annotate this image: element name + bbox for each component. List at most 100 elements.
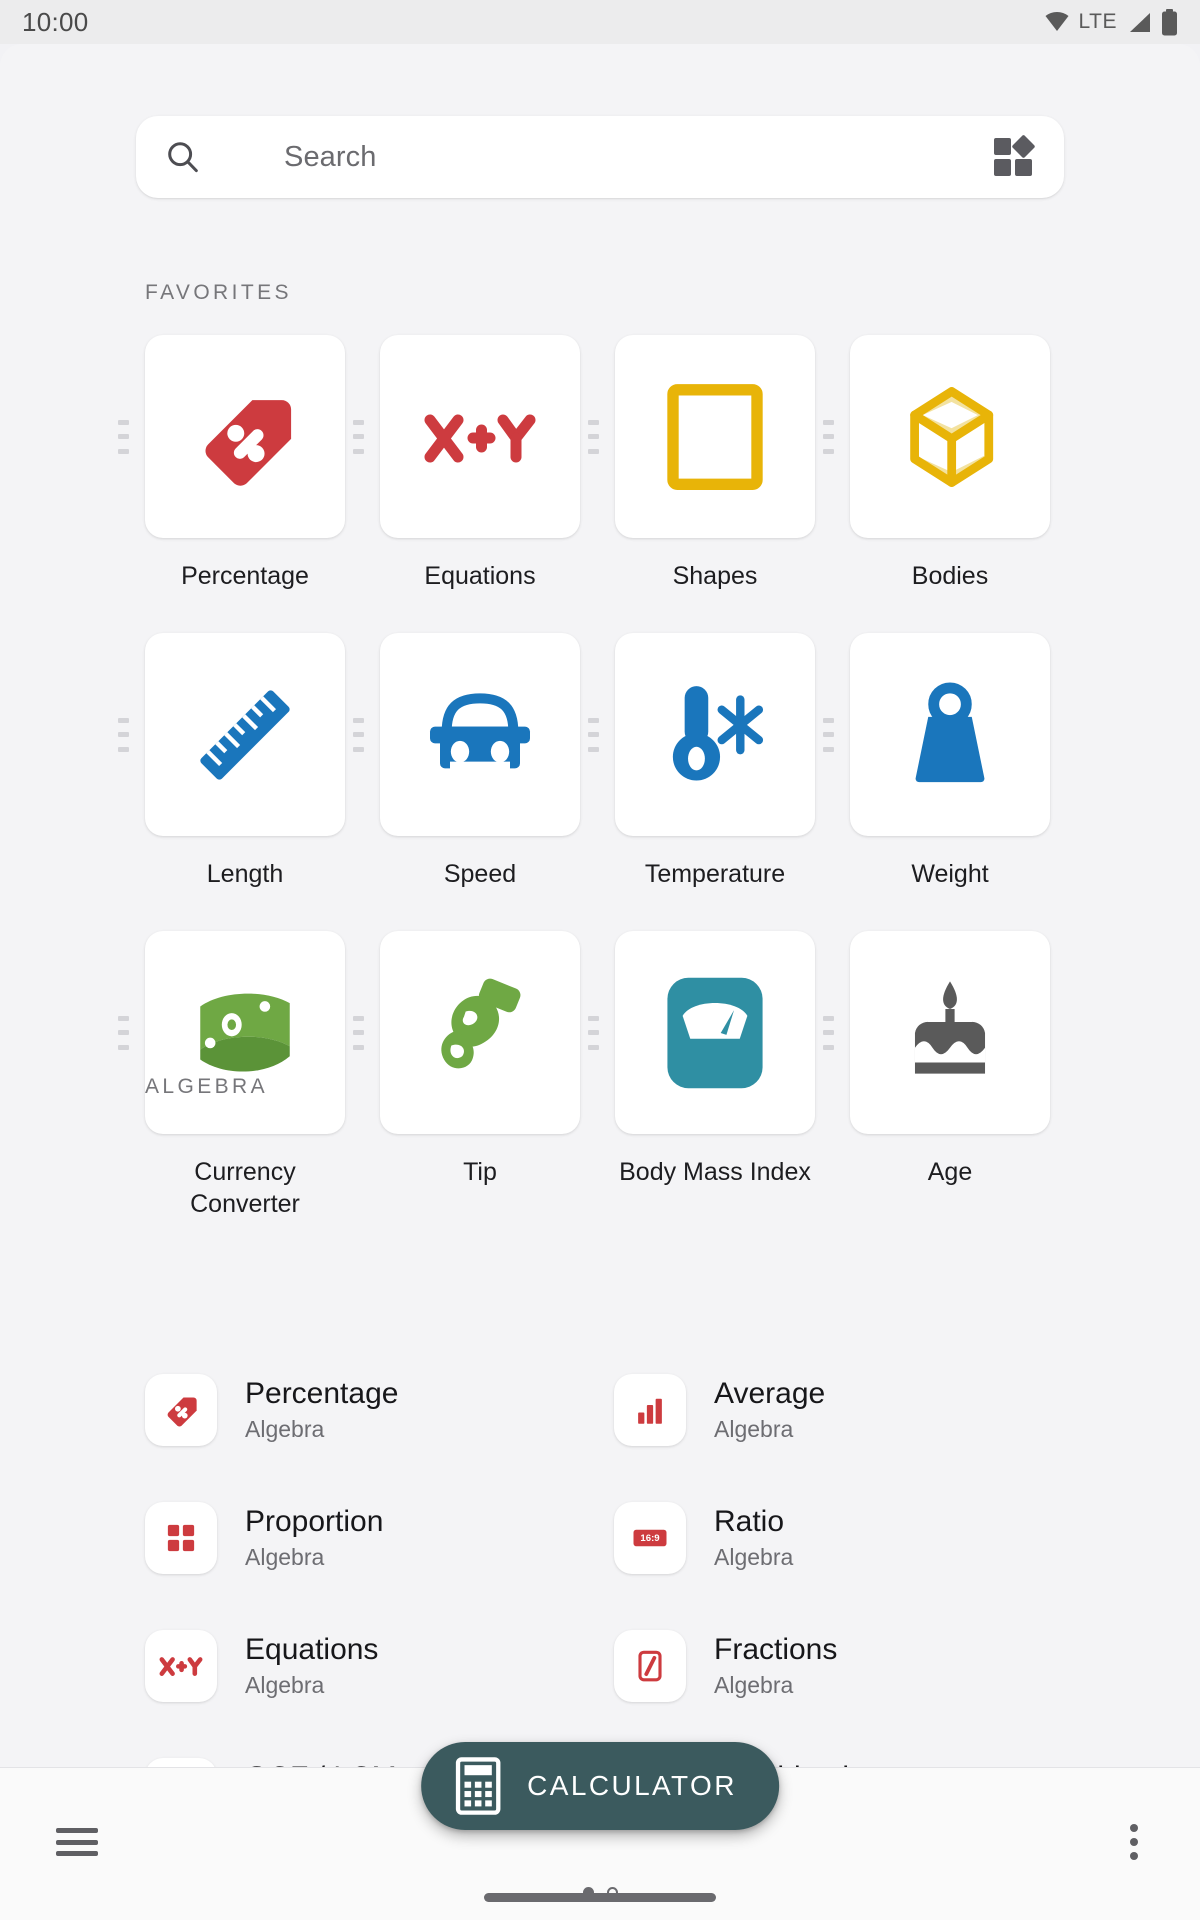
thermometer-snowflake-icon bbox=[672, 685, 764, 781]
favorite-tile-percentage[interactable]: Percentage bbox=[118, 335, 345, 592]
tile-surface[interactable] bbox=[588, 931, 815, 1134]
tile-surface[interactable] bbox=[823, 633, 1050, 836]
favorites-row: Percentage Equations Shapes Bodies bbox=[118, 335, 1065, 633]
birthday-cake-icon bbox=[914, 980, 986, 1074]
list-item-percentage[interactable]: Percentage Algebra bbox=[145, 1360, 625, 1460]
list-item-icon bbox=[614, 1374, 686, 1446]
favorite-tile-temperature[interactable]: Temperature bbox=[588, 633, 815, 890]
search-input[interactable]: Search bbox=[284, 141, 377, 174]
wifi-icon bbox=[1045, 12, 1069, 31]
car-front-icon bbox=[430, 692, 530, 768]
price-tag-percent-icon bbox=[205, 399, 292, 486]
drag-handle-icon[interactable] bbox=[823, 717, 834, 752]
drag-handle-icon[interactable] bbox=[353, 1015, 364, 1050]
list-item-text: Equations Algebra bbox=[245, 1633, 378, 1700]
fraction-slash-icon bbox=[638, 1650, 662, 1682]
list-item-text: Fractions Algebra bbox=[714, 1633, 837, 1700]
tile-surface[interactable] bbox=[353, 335, 580, 538]
list-item-text: Percentage Algebra bbox=[245, 1377, 398, 1444]
bar-chart-icon bbox=[638, 1398, 662, 1424]
list-item-equations[interactable]: Equations Algebra bbox=[145, 1616, 625, 1716]
hamburger-menu-icon[interactable] bbox=[56, 1828, 98, 1856]
list-item-ratio[interactable]: 16:9 Ratio Algebra bbox=[614, 1488, 1094, 1588]
favorite-label: Body Mass Index bbox=[619, 1158, 811, 1186]
favorite-label: Percentage bbox=[181, 562, 309, 590]
scroll-content[interactable]: Search FAVORITES Percentage Equations Sh… bbox=[0, 44, 1200, 1768]
favorite-label: Speed bbox=[443, 860, 517, 888]
drag-handle-icon[interactable] bbox=[588, 419, 599, 454]
favorite-tile-age[interactable]: Age bbox=[823, 931, 1050, 1188]
system-nav-pill[interactable] bbox=[484, 1893, 716, 1902]
calculator-fab-label: CALCULATOR bbox=[527, 1770, 737, 1801]
list-item-subtitle: Algebra bbox=[714, 1416, 794, 1443]
tile-surface[interactable] bbox=[588, 633, 815, 836]
tile-surface[interactable] bbox=[823, 335, 1050, 538]
drag-handle-icon[interactable] bbox=[823, 1015, 834, 1050]
list-item-title: Equations bbox=[245, 1632, 379, 1666]
favorite-label: Length bbox=[206, 860, 284, 888]
drag-handle-icon[interactable] bbox=[823, 419, 834, 454]
tile-surface[interactable] bbox=[118, 931, 345, 1134]
list-item-text: Proportion Algebra bbox=[245, 1505, 383, 1572]
favorite-label: Currency Converter bbox=[190, 1158, 300, 1218]
favorite-tile-speed[interactable]: Speed bbox=[353, 633, 580, 890]
list-row: Proportion Algebra 16:9 Ratio Algebra bbox=[0, 1488, 1200, 1616]
aspect-ratio-icon: 16:9 bbox=[633, 1529, 667, 1547]
list-item-title: Fractions bbox=[714, 1632, 838, 1666]
favorite-tile-weight[interactable]: Weight bbox=[823, 633, 1050, 890]
hand-coin-icon bbox=[441, 978, 521, 1068]
favorite-tile-equations[interactable]: Equations bbox=[353, 335, 580, 592]
tile-surface[interactable] bbox=[353, 633, 580, 836]
battery-icon bbox=[1162, 8, 1177, 35]
list-item-subtitle: Algebra bbox=[245, 1672, 325, 1699]
grid-layout-icon[interactable] bbox=[992, 134, 1036, 179]
list-item-proportion[interactable]: Proportion Algebra bbox=[145, 1488, 625, 1588]
search-icon[interactable] bbox=[164, 138, 202, 176]
tile-surface[interactable] bbox=[118, 335, 345, 538]
list-item-title: Percentage bbox=[245, 1376, 399, 1410]
favorites-row: Length Speed Temperature Weight bbox=[118, 633, 1065, 931]
favorite-tile-tip[interactable]: Tip bbox=[353, 931, 580, 1188]
list-row: Percentage Algebra Average Algebra bbox=[0, 1360, 1200, 1488]
list-item-average[interactable]: Average Algebra bbox=[614, 1360, 1094, 1460]
status-clock: 10:00 bbox=[22, 6, 89, 37]
list-item-text: Average Algebra bbox=[714, 1377, 825, 1444]
drag-handle-icon[interactable] bbox=[353, 419, 364, 454]
list-item-subtitle: Algebra bbox=[245, 1416, 325, 1443]
x-plus-y-icon bbox=[424, 414, 536, 462]
svg-text:16:9: 16:9 bbox=[640, 1533, 659, 1544]
list-item-subtitle: Algebra bbox=[714, 1672, 794, 1699]
drag-handle-icon[interactable] bbox=[588, 717, 599, 752]
list-item-fractions[interactable]: Fractions Algebra bbox=[614, 1616, 1094, 1716]
bathroom-scale-icon bbox=[667, 977, 763, 1088]
favorite-tile-body-mass-index[interactable]: Body Mass Index bbox=[588, 931, 815, 1188]
drag-handle-icon[interactable] bbox=[353, 717, 364, 752]
list-item-icon bbox=[145, 1630, 217, 1702]
x-plus-y-icon bbox=[159, 1657, 203, 1676]
search-bar[interactable]: Search bbox=[136, 116, 1064, 198]
favorite-label: Age bbox=[927, 1158, 973, 1186]
favorite-tile-shapes[interactable]: Shapes bbox=[588, 335, 815, 592]
tile-surface[interactable] bbox=[118, 633, 345, 836]
drag-handle-icon[interactable] bbox=[118, 419, 129, 454]
weight-kettlebell-icon bbox=[915, 681, 985, 782]
tile-surface[interactable] bbox=[823, 931, 1050, 1134]
signal-icon bbox=[1130, 12, 1150, 32]
calculator-icon bbox=[455, 1757, 501, 1815]
favorite-label: Tip bbox=[463, 1158, 497, 1186]
favorite-label: Shapes bbox=[672, 562, 758, 590]
favorite-tile-length[interactable]: Length bbox=[118, 633, 345, 890]
status-icon-group: LTE bbox=[1044, 8, 1178, 36]
price-tag-percent-icon bbox=[167, 1397, 197, 1427]
more-vertical-icon[interactable] bbox=[1130, 1824, 1138, 1860]
tile-surface[interactable] bbox=[588, 335, 815, 538]
drag-handle-icon[interactable] bbox=[588, 1015, 599, 1050]
calculator-fab[interactable]: CALCULATOR bbox=[421, 1742, 779, 1830]
drag-handle-icon[interactable] bbox=[118, 717, 129, 752]
favorite-tile-bodies[interactable]: Bodies bbox=[823, 335, 1050, 592]
list-item-icon bbox=[614, 1630, 686, 1702]
tile-surface[interactable] bbox=[353, 931, 580, 1134]
drag-handle-icon[interactable] bbox=[118, 1015, 129, 1050]
list-item-icon bbox=[145, 1502, 217, 1574]
app-screen: 10:00 LTE Search FAVORITES Percentage Eq… bbox=[0, 0, 1200, 1920]
